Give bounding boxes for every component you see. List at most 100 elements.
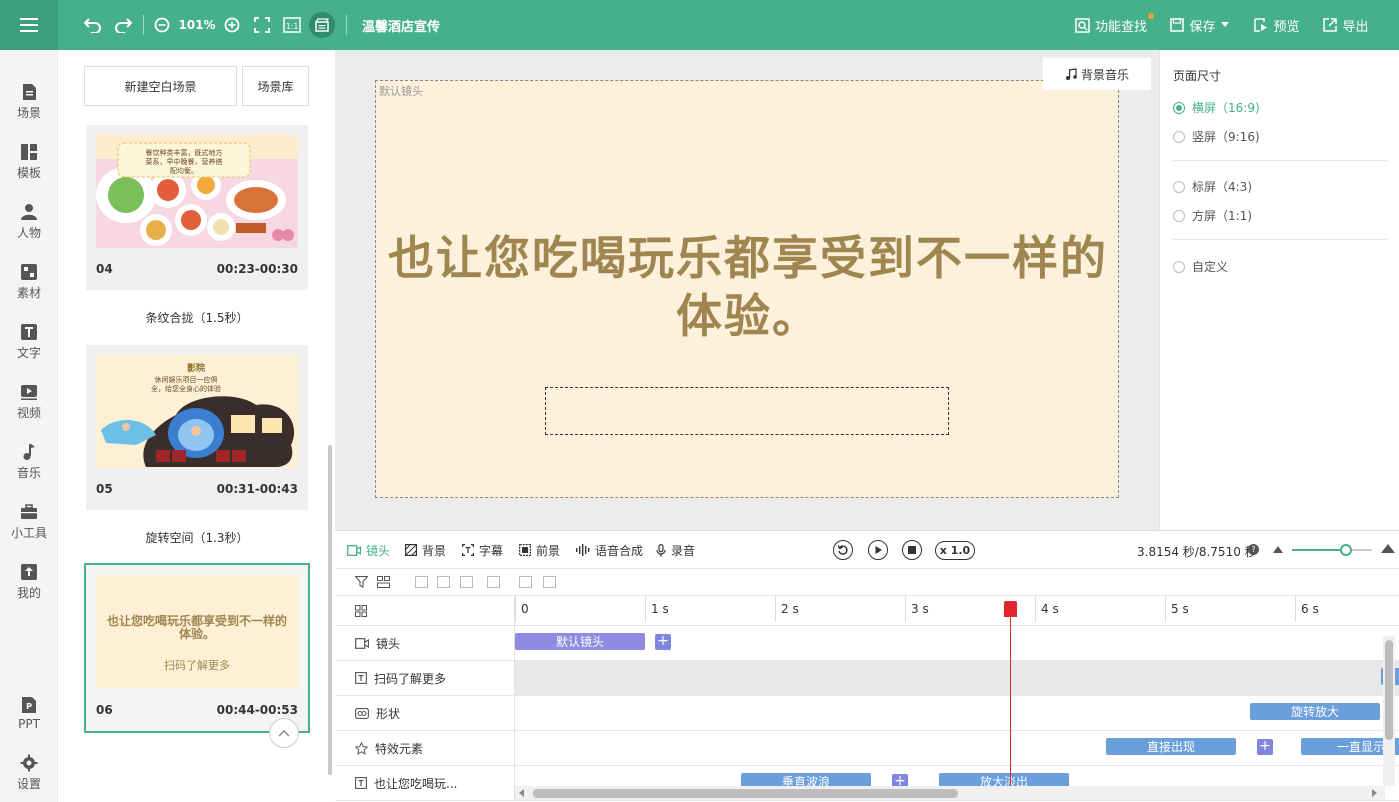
clapboard-button[interactable]: [308, 0, 336, 50]
sidebar-item-music[interactable]: 音乐: [0, 437, 58, 487]
group-icon[interactable]: [519, 576, 532, 588]
clip-appear-direct[interactable]: 直接出现: [1106, 738, 1236, 755]
page-size-option-16-9[interactable]: 横屏（16:9): [1173, 99, 1260, 116]
zoom-in-mountain-icon[interactable]: [1381, 543, 1395, 553]
replay-button[interactable]: [833, 540, 853, 560]
option-label: 标屏（4:3): [1192, 180, 1252, 194]
track-row-qr-text[interactable]: [515, 661, 1399, 696]
scene-library-button[interactable]: 场景库: [242, 66, 309, 106]
scene-transition-04[interactable]: 条纹合拢（1.5秒）: [86, 309, 308, 326]
ungroup-icon[interactable]: [543, 576, 556, 588]
timeline-panel: 镜头 背景 字幕 前景 语音合成 录音 x 1.0 3.8154 秒/8.751…: [335, 530, 1399, 802]
collapse-button[interactable]: [269, 718, 299, 748]
tab-camera[interactable]: 镜头: [347, 531, 390, 569]
chevron-right-icon[interactable]: [1371, 789, 1377, 797]
sidebar-item-material[interactable]: 素材: [0, 257, 58, 307]
svg-text:影院: 影院: [187, 362, 205, 374]
track-label-main-text[interactable]: 也让您吃喝玩...: [335, 766, 515, 801]
sidebar-item-video[interactable]: 视频: [0, 377, 58, 427]
undo-button[interactable]: [82, 0, 104, 50]
scene-number: 04: [96, 262, 113, 276]
clip-rotate-zoom[interactable]: 旋转放大: [1250, 703, 1380, 720]
export-button[interactable]: 导出: [1321, 0, 1371, 50]
sidebar-item-character[interactable]: 人物: [0, 197, 58, 247]
align-right-icon[interactable]: [460, 576, 473, 588]
chevron-left-icon[interactable]: [519, 789, 525, 797]
page-size-option-1-1[interactable]: 方屏（1:1): [1173, 207, 1252, 224]
distribute-icon[interactable]: [487, 576, 500, 588]
save-button[interactable]: 保存: [1169, 0, 1231, 50]
svg-text:餐饮种类丰富，既式地方: 餐饮种类丰富，既式地方: [146, 148, 223, 157]
scene-transition-05[interactable]: 旋转空间（1.3秒）: [86, 529, 308, 546]
stage-empty-text-box[interactable]: [545, 387, 949, 435]
track-label-effects[interactable]: 特效元素: [335, 731, 515, 766]
filter-icon[interactable]: [355, 576, 368, 588]
tab-label: 镜头: [366, 543, 391, 558]
redo-button[interactable]: [112, 0, 134, 50]
zoom-out-button[interactable]: [152, 0, 172, 50]
scene-icon: [23, 84, 36, 100]
waveform-icon: [576, 544, 590, 556]
zoom-in-button[interactable]: [222, 0, 242, 50]
help-icon[interactable]: ?: [1248, 544, 1259, 555]
playhead-line[interactable]: [1010, 603, 1011, 791]
tab-background[interactable]: 背景: [405, 531, 446, 569]
tab-recording[interactable]: 录音: [656, 531, 695, 569]
timeline-ruler[interactable]: 0 1 s 2 s 3 s 4 s 5 s 6 s: [515, 596, 1399, 626]
stop-button[interactable]: [902, 540, 922, 560]
stage-main-text[interactable]: 也让您吃喝玩乐都享受到不一样的体验。: [376, 229, 1120, 345]
playback-speed[interactable]: x 1.0: [935, 541, 975, 560]
sidebar-item-ppt[interactable]: P PPT: [0, 688, 58, 738]
grid-icon[interactable]: [355, 605, 367, 617]
clip-default-camera[interactable]: 默认镜头: [515, 633, 645, 650]
sidebar-item-template[interactable]: 模板: [0, 137, 58, 187]
align-center-icon[interactable]: [437, 576, 450, 588]
page-size-option-custom[interactable]: 自定义: [1173, 258, 1228, 275]
sidebar-item-tools[interactable]: 小工具: [0, 497, 58, 547]
preview-button[interactable]: 预览: [1252, 0, 1302, 50]
sidebar-item-text[interactable]: 文字: [0, 317, 58, 367]
page-size-option-9-16[interactable]: 竖屏（9:16): [1173, 128, 1260, 145]
scene-card-06[interactable]: 也让您吃喝玩乐都享受到不一样的体验。 扫码了解更多 06 00:44-00:53: [84, 563, 310, 733]
fit-screen-button[interactable]: [252, 0, 272, 50]
tab-subtitle[interactable]: 字幕: [462, 531, 503, 569]
layers-icon[interactable]: [377, 576, 390, 588]
track-row-effects[interactable]: 直接出现 + 一直显示: [515, 731, 1399, 766]
timeline-vertical-scrollbar[interactable]: [1383, 636, 1395, 786]
actual-size-button[interactable]: 1:1: [281, 0, 303, 50]
scrollbar-thumb[interactable]: [1385, 640, 1393, 740]
sidebar-item-settings[interactable]: 设置: [0, 748, 58, 798]
tab-foreground[interactable]: 前景: [519, 531, 560, 569]
feature-search-label: 功能查找: [1094, 19, 1147, 35]
menu-button[interactable]: [0, 0, 58, 50]
sidebar-item-scene[interactable]: 场景: [0, 77, 58, 127]
timeline-zoom-slider[interactable]: [1292, 544, 1372, 556]
timeline-horizontal-scrollbar[interactable]: [515, 786, 1385, 800]
track-label-shape[interactable]: 形状: [335, 696, 515, 731]
scene-card-05[interactable]: 影院 休闲娱乐项目一应俱 全，给您全身心的体验 05 00:31-00:43: [86, 345, 308, 510]
zoom-out-mountain-icon[interactable]: [1273, 545, 1283, 553]
track-row-shape[interactable]: 旋转放大: [515, 696, 1399, 731]
sidebar-item-mine[interactable]: 我的: [0, 557, 58, 607]
add-clip-button[interactable]: +: [655, 634, 671, 650]
feature-search-button[interactable]: 功能查找: [1073, 0, 1149, 50]
scrollbar-thumb[interactable]: [533, 789, 958, 798]
stage-canvas[interactable]: 默认镜头 也让您吃喝玩乐都享受到不一样的体验。: [375, 80, 1119, 498]
scene-panel-scrollbar[interactable]: [328, 445, 332, 775]
track-label-camera[interactable]: 镜头: [335, 626, 515, 661]
export-icon: [1323, 18, 1338, 32]
page-size-option-4-3[interactable]: 标屏（4:3): [1173, 178, 1252, 195]
track-label-qr-text[interactable]: 扫码了解更多: [335, 661, 515, 696]
tab-speech-synthesis[interactable]: 语音合成: [576, 531, 643, 569]
preview-label: 预览: [1273, 19, 1300, 35]
add-clip-button[interactable]: +: [1257, 739, 1273, 755]
background-music-button[interactable]: 背景音乐: [1043, 58, 1151, 90]
new-blank-scene-button[interactable]: 新建空白场景: [84, 66, 237, 106]
align-left-icon[interactable]: [415, 576, 428, 588]
scene-time-range: 00:44-00:53: [216, 703, 298, 717]
track-row-camera[interactable]: 默认镜头 +: [515, 626, 1399, 661]
project-title[interactable]: 温馨酒店宣传: [362, 0, 454, 50]
zoom-slider-knob[interactable]: [1340, 544, 1353, 556]
scene-card-04[interactable]: 餐饮种类丰富，既式地方 菜系，早中晚餐，营养搭 配均衡。 04 00:23-00…: [86, 125, 308, 290]
play-button[interactable]: [868, 540, 888, 560]
